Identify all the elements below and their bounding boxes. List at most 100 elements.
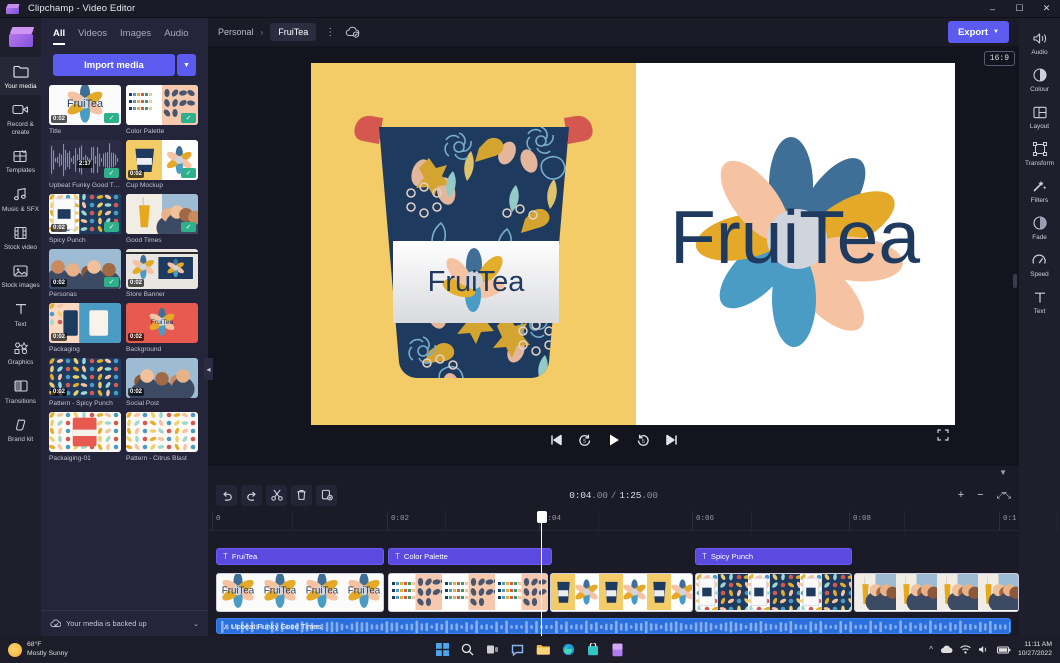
redo-button[interactable] xyxy=(241,485,262,506)
tab-audio[interactable]: Audio xyxy=(164,28,188,45)
sidebar-item-text[interactable]: Text xyxy=(0,295,41,333)
media-item[interactable]: 2:17✓Upbeat Funky Good Tim.. xyxy=(49,140,121,190)
import-media-button[interactable]: Import media xyxy=(53,54,175,76)
undo-button[interactable] xyxy=(216,485,237,506)
edge-icon[interactable] xyxy=(562,643,575,656)
media-item[interactable]: ✓Good Times xyxy=(126,194,198,244)
search-icon[interactable] xyxy=(461,643,474,656)
text-clip[interactable]: TColor Palette xyxy=(388,548,552,565)
collapse-panel-handle[interactable]: ◂ xyxy=(204,358,213,380)
media-item[interactable]: 0:02Packaging xyxy=(49,303,121,353)
play-button[interactable] xyxy=(607,433,621,447)
media-item[interactable]: ✓Color Palette xyxy=(126,85,198,135)
sidebar-item-music-sfx[interactable]: Music & SFX xyxy=(0,180,41,218)
media-item[interactable]: Packaiging-01 xyxy=(49,412,121,462)
media-item[interactable]: 0:02Store Banner xyxy=(126,249,198,299)
duplicate-button[interactable] xyxy=(316,485,337,506)
task-view-icon[interactable] xyxy=(486,643,499,656)
media-item[interactable]: 0:02✓Cup Mockup xyxy=(126,140,198,190)
sidebar-item-graphics[interactable]: Graphics xyxy=(0,333,41,371)
chevron-up-icon[interactable]: ^ xyxy=(929,645,933,654)
media-item[interactable]: Pattern - Citrus Blast xyxy=(126,412,198,462)
tab-layout-properties[interactable]: Layout xyxy=(1019,98,1060,135)
zoom-in-button[interactable]: + xyxy=(958,489,964,501)
zoom-out-button[interactable]: − xyxy=(977,489,983,501)
media-thumbnail[interactable] xyxy=(126,412,198,452)
tab-images[interactable]: Images xyxy=(120,28,151,45)
title-clip[interactable]: FruiTeaFruiTeaFruiTeaFruiTea xyxy=(216,573,384,612)
tab-speed-properties[interactable]: Speed xyxy=(1019,246,1060,283)
tab-videos[interactable]: Videos xyxy=(78,28,107,45)
tab-fade-properties[interactable]: Fade xyxy=(1019,209,1060,246)
battery-icon[interactable] xyxy=(997,646,1011,654)
aspect-ratio-badge[interactable]: 16:9 xyxy=(984,51,1015,66)
media-thumbnail[interactable]: 0:02✓ xyxy=(49,194,121,234)
media-item[interactable]: 0:02✓Personas xyxy=(49,249,121,299)
skip-to-start-button[interactable] xyxy=(550,434,563,446)
good-times-clip[interactable] xyxy=(854,573,1019,612)
sidebar-item-stock-video[interactable]: Stock video xyxy=(0,218,41,256)
rewind-5s-button[interactable]: 5 xyxy=(578,434,592,447)
backup-status-bar[interactable]: Your media is backed up ⌄ xyxy=(41,610,208,636)
text-clip[interactable]: TSpicy Punch xyxy=(695,548,852,565)
split-button[interactable] xyxy=(266,485,287,506)
sidebar-item-templates[interactable]: Templates xyxy=(0,141,41,179)
export-button[interactable]: Export ▼ xyxy=(948,21,1009,43)
media-thumbnail[interactable]: 0:02 xyxy=(126,249,198,289)
media-thumbnail[interactable]: 0:02 xyxy=(126,358,198,398)
tab-audio-properties[interactable]: Audio xyxy=(1019,24,1060,61)
media-item[interactable]: 0:02Pattern - Spicy Punch xyxy=(49,358,121,408)
playhead[interactable] xyxy=(541,511,542,636)
sidebar-item-record-create[interactable]: Record & create xyxy=(0,95,41,141)
panel-resize-grip[interactable] xyxy=(1013,274,1017,288)
media-item[interactable]: FruiTea0:02Background xyxy=(126,303,198,353)
clipchamp-icon[interactable] xyxy=(611,643,624,657)
color-palette-clip[interactable] xyxy=(388,573,548,612)
audio-clip[interactable]: ♪Upbeat Funky Good Times xyxy=(216,618,1011,634)
timeline-ruler[interactable]: 00:020:040:060:080:1 xyxy=(208,511,1019,531)
sidebar-item-your-media[interactable]: Your media xyxy=(0,57,41,95)
cup-mockup-clip[interactable] xyxy=(550,573,693,612)
media-thumbnail[interactable]: FruiTea0:02 xyxy=(126,303,198,343)
playhead-handle[interactable] xyxy=(537,511,547,523)
close-button[interactable]: ✕ xyxy=(1033,0,1060,18)
media-thumbnail[interactable]: 0:02 xyxy=(49,303,121,343)
chevron-down-icon[interactable]: ▼ xyxy=(177,54,196,76)
windows-icon[interactable] xyxy=(436,643,449,656)
media-item[interactable]: 0:02✓Spicy Punch xyxy=(49,194,121,244)
tab-all[interactable]: All xyxy=(53,28,65,45)
network-icon[interactable] xyxy=(960,645,971,654)
minimize-button[interactable]: – xyxy=(979,0,1006,18)
media-thumbnail[interactable] xyxy=(49,412,121,452)
sidebar-item-stock-images[interactable]: Stock images xyxy=(0,256,41,294)
maximize-button[interactable]: ☐ xyxy=(1006,0,1033,18)
tab-transform-properties[interactable]: Transform xyxy=(1019,135,1060,172)
taskbar-clock[interactable]: 11:11 AM 10/27/2022 xyxy=(1018,641,1052,658)
spicy-punch-clip[interactable] xyxy=(695,573,852,612)
tab-filters-properties[interactable]: Filters xyxy=(1019,172,1060,209)
media-thumbnail[interactable]: 0:02✓ xyxy=(49,249,121,289)
delete-button[interactable] xyxy=(291,485,312,506)
skip-to-end-button[interactable] xyxy=(665,434,678,446)
breadcrumb-personal[interactable]: Personal xyxy=(218,27,254,37)
media-item[interactable]: FruiTea0:02✓Title xyxy=(49,85,121,135)
video-canvas[interactable]: FruiTea xyxy=(311,63,955,425)
zoom-fit-button[interactable]: ⤢⤡ xyxy=(997,490,1011,501)
sidebar-item-brand-kit[interactable]: Brand kit xyxy=(0,410,41,448)
media-thumbnail[interactable]: 0:02✓ xyxy=(126,140,198,180)
more-vertical-icon[interactable]: ⋮ xyxy=(325,27,335,38)
breadcrumb-current-project[interactable]: FruiTea xyxy=(270,23,316,41)
chat-icon[interactable] xyxy=(511,643,524,656)
store-icon[interactable] xyxy=(587,643,599,656)
sidebar-item-transitions[interactable]: Transitions xyxy=(0,372,41,410)
media-thumbnail[interactable]: 0:02 xyxy=(49,358,121,398)
fullscreen-icon[interactable] xyxy=(937,429,949,441)
media-thumbnail[interactable]: ✓ xyxy=(126,194,198,234)
forward-5s-button[interactable]: 5 xyxy=(636,434,650,447)
volume-icon[interactable] xyxy=(978,645,990,654)
media-thumbnail[interactable]: FruiTea0:02✓ xyxy=(49,85,121,125)
file-explorer-icon[interactable] xyxy=(536,644,550,656)
media-thumbnail[interactable]: ✓ xyxy=(126,85,198,125)
media-item[interactable]: 0:02Social Post xyxy=(126,358,198,408)
cloud-saved-icon[interactable] xyxy=(345,26,360,38)
